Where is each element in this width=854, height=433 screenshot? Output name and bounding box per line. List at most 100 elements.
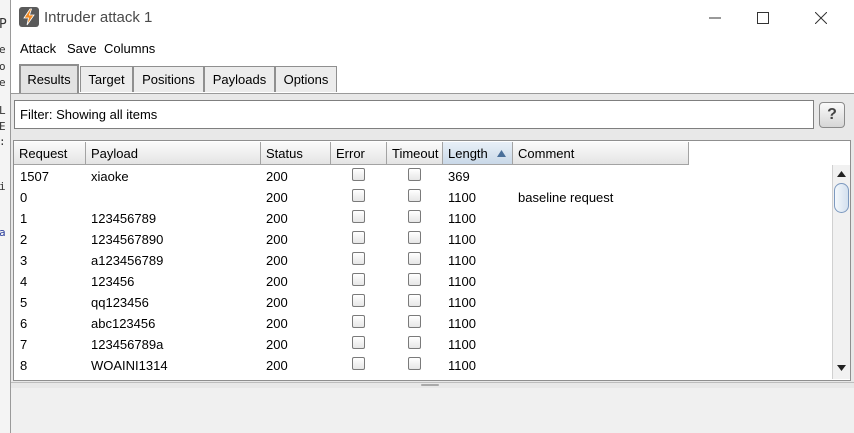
cell-status: 200	[266, 295, 288, 310]
menu-bar: Attack Save Columns	[11, 38, 854, 60]
window-title: Intruder attack 1	[44, 9, 153, 26]
timeout-checkbox[interactable]	[408, 315, 421, 328]
tab-target[interactable]: Target	[80, 66, 133, 92]
tab-strip-divider	[11, 93, 854, 94]
error-checkbox[interactable]	[352, 189, 365, 202]
scroll-up-icon[interactable]	[835, 167, 848, 181]
table-row[interactable]: 1 123456789 200 1100	[14, 207, 829, 228]
scroll-down-icon[interactable]	[835, 361, 848, 375]
cell-request: 0	[20, 190, 28, 205]
error-checkbox[interactable]	[352, 252, 365, 265]
column-header-length-label: Length	[448, 146, 488, 161]
cell-request: 1507	[20, 169, 49, 184]
error-checkbox[interactable]	[352, 315, 365, 328]
cell-status: 200	[266, 337, 288, 352]
background-text-fragment: :	[0, 135, 6, 148]
intruder-attack-window: Intruder attack 1 Attack Save Columns Re…	[10, 0, 854, 433]
background-text-fragment: E	[0, 120, 6, 133]
menu-columns[interactable]: Columns	[104, 41, 155, 56]
table-row[interactable]: 2 1234567890 200 1100	[14, 228, 829, 249]
error-checkbox[interactable]	[352, 357, 365, 370]
timeout-checkbox[interactable]	[408, 210, 421, 223]
column-header-timeout[interactable]: Timeout	[387, 142, 443, 165]
column-header-length[interactable]: Length	[443, 142, 513, 165]
timeout-checkbox[interactable]	[408, 189, 421, 202]
table-header: Request Payload Status Error Timeout Len…	[14, 142, 689, 165]
cell-comment: baseline request	[518, 190, 614, 205]
cell-payload: a123456789	[91, 253, 164, 268]
table-row[interactable]: 7 123456789a 200 1100	[14, 333, 829, 354]
column-header-request[interactable]: Request	[14, 142, 86, 165]
error-checkbox[interactable]	[352, 168, 365, 181]
cell-length: 1100	[448, 211, 476, 226]
error-checkbox[interactable]	[352, 273, 365, 286]
cell-request: 5	[20, 295, 28, 310]
timeout-checkbox[interactable]	[408, 168, 421, 181]
cell-request: 7	[20, 337, 28, 352]
help-button[interactable]: ?	[819, 102, 845, 128]
table-row[interactable]: 6 abc123456 200 1100	[14, 312, 829, 333]
cell-payload: 123456789	[91, 211, 157, 226]
cell-status: 200	[266, 253, 288, 268]
timeout-checkbox[interactable]	[408, 252, 421, 265]
background-text-fragment: P	[0, 17, 7, 32]
cell-payload: xiaoke	[91, 169, 129, 184]
table-row[interactable]: 3 a123456789 200 1100	[14, 249, 829, 270]
cell-length: 1100	[448, 295, 476, 310]
tab-payloads[interactable]: Payloads	[204, 66, 275, 92]
cell-length: 1100	[448, 190, 476, 205]
cell-length: 1100	[448, 274, 476, 289]
maximize-icon	[757, 12, 769, 24]
menu-attack[interactable]: Attack	[20, 41, 56, 56]
error-checkbox[interactable]	[352, 231, 365, 244]
tab-results[interactable]: Results	[19, 64, 79, 94]
table-row[interactable]: 5 qq123456 200 1100	[14, 291, 829, 312]
scroll-thumb[interactable]	[834, 183, 849, 213]
cell-request: 4	[20, 274, 28, 289]
cell-status: 200	[266, 358, 288, 373]
column-header-comment[interactable]: Comment	[513, 142, 689, 165]
error-checkbox[interactable]	[352, 294, 365, 307]
menu-save[interactable]: Save	[67, 41, 97, 56]
cell-status: 200	[266, 274, 288, 289]
timeout-checkbox[interactable]	[408, 294, 421, 307]
timeout-checkbox[interactable]	[408, 273, 421, 286]
splitter-grip[interactable]	[421, 384, 439, 386]
cell-length: 369	[448, 169, 470, 184]
error-checkbox[interactable]	[352, 210, 365, 223]
table-row[interactable]: 1507 xiaoke 200 369	[14, 165, 829, 186]
cell-request: 1	[20, 211, 28, 226]
cell-request: 6	[20, 316, 28, 331]
background-text-fragment: o	[0, 60, 6, 73]
close-button[interactable]	[801, 4, 841, 32]
timeout-checkbox[interactable]	[408, 357, 421, 370]
title-bar[interactable]: Intruder attack 1	[11, 0, 854, 36]
tab-options[interactable]: Options	[275, 66, 337, 92]
error-checkbox[interactable]	[352, 336, 365, 349]
close-icon	[815, 12, 827, 24]
cell-length: 1100	[448, 253, 476, 268]
column-header-status[interactable]: Status	[261, 142, 331, 165]
vertical-scrollbar[interactable]	[832, 165, 850, 379]
column-header-error[interactable]: Error	[331, 142, 387, 165]
filter-bar[interactable]: Filter: Showing all items	[14, 100, 814, 129]
table-row[interactable]: 0 200 1100 baseline request	[14, 186, 829, 207]
cell-payload: 123456789a	[91, 337, 164, 352]
cell-length: 1100	[448, 232, 476, 247]
timeout-checkbox[interactable]	[408, 231, 421, 244]
burp-lightning-icon	[19, 7, 39, 27]
cell-payload: 1234567890	[91, 232, 164, 247]
minimize-button[interactable]	[695, 4, 735, 32]
cell-length: 1100	[448, 358, 476, 373]
tab-positions[interactable]: Positions	[133, 66, 204, 92]
cell-length: 1100	[448, 316, 476, 331]
cell-request: 8	[20, 358, 28, 373]
maximize-button[interactable]	[743, 4, 783, 32]
timeout-checkbox[interactable]	[408, 336, 421, 349]
background-text-fragment: L	[0, 104, 6, 117]
cell-payload: WOAINI1314	[91, 358, 168, 373]
table-row[interactable]: 4 123456 200 1100	[14, 270, 829, 291]
cell-payload: 123456	[91, 274, 135, 289]
table-row[interactable]: 8 WOAINI1314 200 1100	[14, 354, 829, 375]
column-header-payload[interactable]: Payload	[86, 142, 261, 165]
